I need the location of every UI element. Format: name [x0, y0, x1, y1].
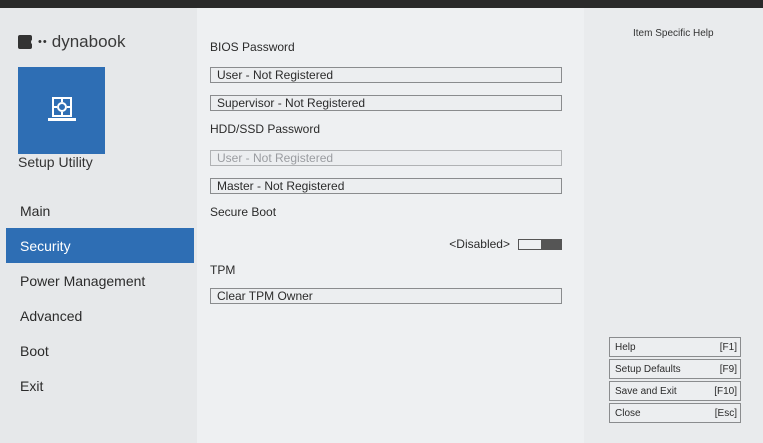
toggle-knob	[541, 239, 561, 249]
sidebar-item-power-management[interactable]: Power Management	[6, 263, 194, 298]
gear-laptop-icon	[47, 96, 76, 121]
setup-defaults-key-button[interactable]: Setup Defaults [F9]	[609, 359, 741, 379]
key-shortcut: [F1]	[719, 341, 737, 353]
key-shortcut: [Esc]	[714, 407, 737, 419]
hdd-user-password-field: User - Not Registered	[210, 150, 562, 166]
bios-password-heading: BIOS Password	[210, 40, 295, 54]
brand-dots: • •	[38, 36, 47, 48]
sidebar-item-label: Security	[20, 237, 71, 254]
brand-name: dynabook	[51, 32, 126, 51]
save-and-exit-key-button[interactable]: Save and Exit [F10]	[609, 381, 741, 401]
key-label: Help	[615, 341, 636, 353]
setup-utility-tile	[18, 67, 105, 154]
secure-boot-row: <Disabled>	[449, 237, 562, 251]
bios-screen: • • dynabook Setup Utility Main Security…	[0, 8, 763, 443]
brand-mark-icon	[18, 35, 37, 49]
bios-supervisor-password-field[interactable]: Supervisor - Not Registered	[210, 95, 562, 111]
brand-logo: • • dynabook	[18, 32, 126, 52]
sidebar-item-label: Advanced	[20, 307, 83, 324]
hdd-ssd-password-heading: HDD/SSD Password	[210, 122, 321, 136]
help-key-button[interactable]: Help [F1]	[609, 337, 741, 357]
hdd-master-password-field[interactable]: Master - Not Registered	[210, 178, 562, 194]
bios-user-password-field[interactable]: User - Not Registered	[210, 67, 562, 83]
sidebar-item-label: Main	[20, 202, 51, 219]
clear-tpm-owner-button[interactable]: Clear TPM Owner	[210, 288, 562, 304]
key-label: Save and Exit	[615, 385, 677, 397]
sidebar-item-exit[interactable]: Exit	[6, 368, 194, 403]
key-shortcut: [F9]	[719, 363, 737, 375]
secure-boot-value: <Disabled>	[449, 237, 510, 251]
sidebar-menu: Main Security Power Management Advanced …	[6, 193, 194, 403]
key-shortcut: [F10]	[714, 385, 737, 397]
key-label: Setup Defaults	[615, 363, 681, 375]
secure-boot-heading: Secure Boot	[210, 205, 277, 219]
tpm-heading: TPM	[210, 263, 236, 277]
setup-utility-title: Setup Utility	[18, 154, 93, 170]
sidebar-item-security[interactable]: Security	[6, 228, 194, 263]
sidebar-item-label: Power Management	[20, 272, 146, 289]
sidebar-item-label: Boot	[20, 342, 49, 359]
sidebar-item-advanced[interactable]: Advanced	[6, 298, 194, 333]
secure-boot-toggle[interactable]	[518, 238, 562, 250]
key-label: Close	[615, 407, 641, 419]
help-panel: Item Specific Help Help [F1] Setup Defau…	[584, 8, 763, 443]
sidebar: • • dynabook Setup Utility Main Security…	[0, 8, 197, 443]
function-keys: Help [F1] Setup Defaults [F9] Save and E…	[609, 337, 741, 425]
item-specific-help-title: Item Specific Help	[633, 28, 714, 39]
security-panel: BIOS Password User - Not Registered Supe…	[197, 8, 584, 443]
sidebar-item-label: Exit	[20, 377, 44, 394]
close-key-button[interactable]: Close [Esc]	[609, 403, 741, 423]
sidebar-item-boot[interactable]: Boot	[6, 333, 194, 368]
sidebar-item-main[interactable]: Main	[6, 193, 194, 228]
